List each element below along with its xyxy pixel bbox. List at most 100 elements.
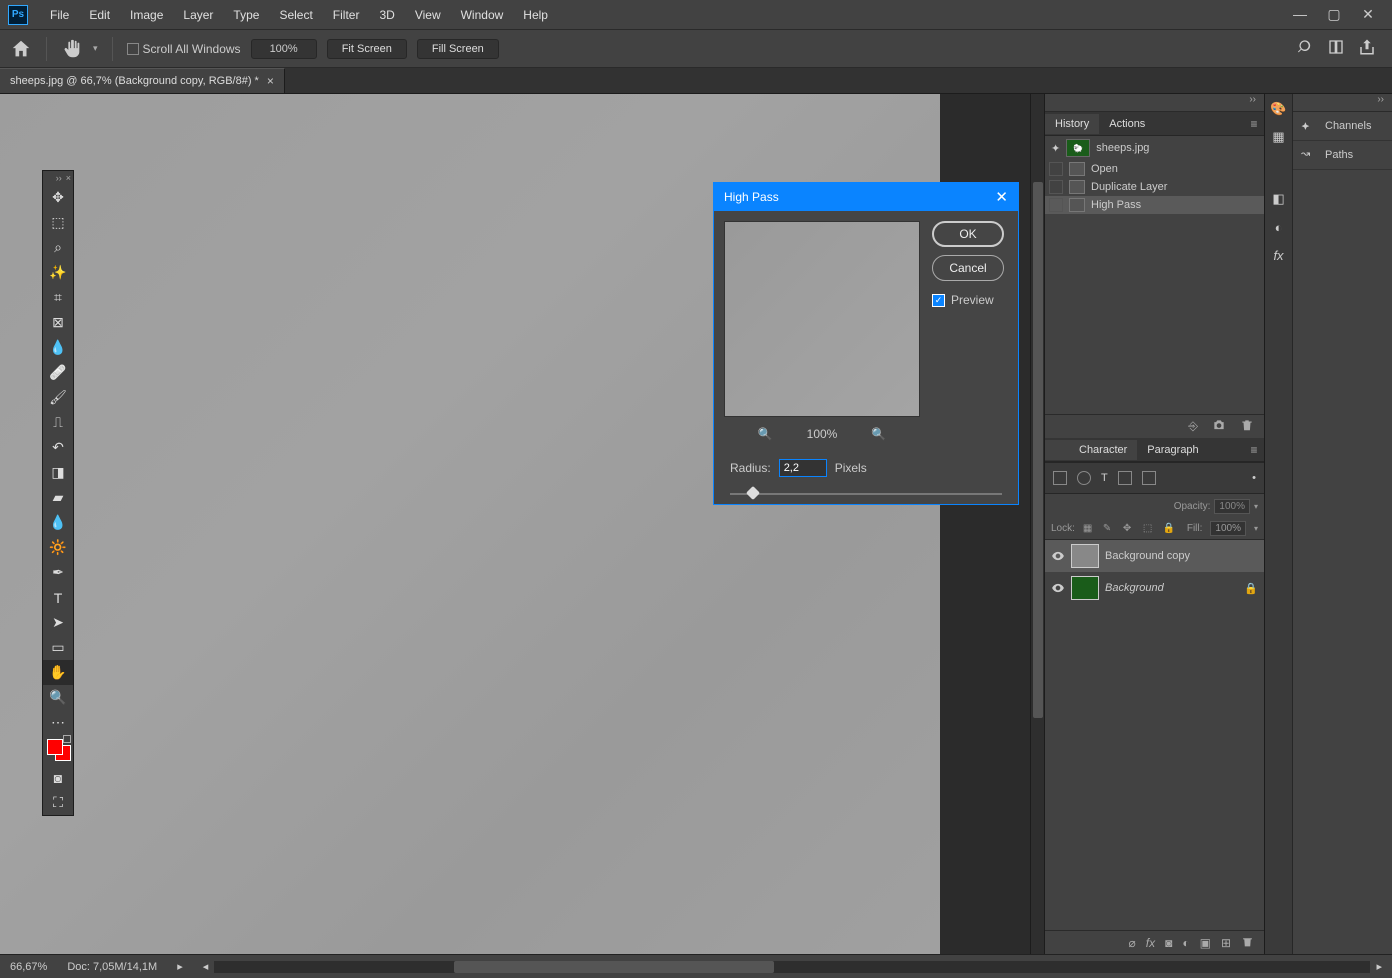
- eyedropper-tool[interactable]: 💧: [43, 335, 73, 360]
- status-doc-info[interactable]: Doc: 7,05M/14,1M: [67, 961, 157, 973]
- type-tool[interactable]: T: [43, 585, 73, 610]
- pen-tool[interactable]: ✒: [43, 560, 73, 585]
- preview-checkbox[interactable]: ✓: [932, 294, 945, 307]
- zoom-in-icon[interactable]: 🔍: [871, 427, 886, 441]
- lock-all-icon[interactable]: 🔒: [1163, 523, 1175, 535]
- share-icon[interactable]: [1358, 38, 1376, 59]
- frame-tool[interactable]: ⊠: [43, 310, 73, 335]
- magic-wand-tool[interactable]: ✨: [43, 260, 73, 285]
- horizontal-scrollbar[interactable]: ◂▸: [203, 960, 1382, 973]
- foreground-color[interactable]: [47, 739, 63, 755]
- chevron-right-icon[interactable]: ▸: [177, 960, 183, 973]
- lock-artboard-icon[interactable]: ⬚: [1143, 523, 1155, 535]
- fx-icon[interactable]: fx: [1270, 246, 1288, 264]
- menu-filter[interactable]: Filter: [323, 4, 370, 26]
- link-layers-icon[interactable]: ⌀: [1129, 936, 1136, 950]
- dialog-titlebar[interactable]: High Pass ✕: [714, 183, 1018, 211]
- dialog-preview-image[interactable]: [724, 221, 920, 417]
- swatches-icon[interactable]: ▦: [1270, 128, 1288, 146]
- menu-3d[interactable]: 3D: [369, 4, 404, 26]
- gradient-tool[interactable]: ▰: [43, 485, 73, 510]
- screen-mode-tool[interactable]: ⛶: [43, 790, 73, 815]
- opacity-value[interactable]: 100%: [1214, 499, 1250, 514]
- menu-file[interactable]: File: [40, 4, 79, 26]
- hand-tool-icon[interactable]: [61, 38, 83, 60]
- color-icon[interactable]: 🎨: [1270, 100, 1288, 118]
- styles-icon[interactable]: ◐: [1270, 218, 1288, 236]
- edit-toolbar-icon[interactable]: ⋯: [43, 710, 73, 735]
- adjustment-icon[interactable]: ◐: [1182, 936, 1189, 950]
- type-layer-icon[interactable]: T: [1101, 472, 1108, 484]
- vertical-scrollbar[interactable]: [1030, 94, 1044, 954]
- zoom-tool[interactable]: 🔍: [43, 685, 73, 710]
- tab-history[interactable]: History: [1045, 114, 1099, 134]
- swap-colors-icon[interactable]: [63, 735, 71, 743]
- paths-panel-button[interactable]: ↝ Paths: [1293, 141, 1392, 170]
- history-step[interactable]: Duplicate Layer: [1045, 178, 1264, 196]
- menu-help[interactable]: Help: [513, 4, 558, 26]
- tab-actions[interactable]: Actions: [1099, 114, 1155, 134]
- lasso-tool[interactable]: ⌕: [43, 235, 73, 260]
- chevron-down-icon[interactable]: ▾: [1254, 502, 1258, 511]
- window-close-icon[interactable]: ✕: [1360, 6, 1376, 23]
- menu-edit[interactable]: Edit: [79, 4, 120, 26]
- history-step[interactable]: Open: [1045, 160, 1264, 178]
- lock-position-icon[interactable]: ✥: [1123, 523, 1135, 535]
- marquee-tool[interactable]: ⬚: [43, 210, 73, 235]
- chevron-down-icon[interactable]: ▾: [1254, 524, 1258, 533]
- quick-mask-tool[interactable]: ◙: [43, 765, 73, 790]
- history-step[interactable]: High Pass: [1045, 196, 1264, 214]
- toolbox-close-icon[interactable]: ×: [66, 173, 71, 183]
- dodge-tool[interactable]: 🔆: [43, 535, 73, 560]
- radius-slider[interactable]: [730, 487, 1002, 501]
- menu-window[interactable]: Window: [451, 4, 514, 26]
- toolbox-expand-icon[interactable]: ››: [56, 173, 62, 183]
- fill-screen-button[interactable]: Fill Screen: [417, 39, 499, 59]
- path-selection-tool[interactable]: ➤: [43, 610, 73, 635]
- channels-panel-button[interactable]: 🟆 Channels: [1293, 112, 1392, 141]
- cancel-button[interactable]: Cancel: [932, 255, 1004, 281]
- lock-transparent-icon[interactable]: ▦: [1083, 523, 1095, 535]
- visibility-icon[interactable]: [1051, 581, 1065, 595]
- dialog-close-icon[interactable]: ✕: [995, 188, 1008, 206]
- tool-chevron-icon[interactable]: ▾: [93, 43, 98, 54]
- tab-character[interactable]: Character: [1045, 440, 1137, 460]
- fill-value[interactable]: 100%: [1210, 521, 1246, 536]
- new-snapshot-icon[interactable]: ⎆: [1188, 419, 1198, 434]
- clone-stamp-tool[interactable]: ⎍: [43, 410, 73, 435]
- blur-tool[interactable]: 💧: [43, 510, 73, 535]
- trash-icon[interactable]: [1240, 418, 1254, 435]
- crop-tool[interactable]: ⌗: [43, 285, 73, 310]
- home-icon[interactable]: [10, 38, 32, 60]
- search-icon[interactable]: [1298, 39, 1314, 58]
- camera-icon[interactable]: [1212, 418, 1226, 435]
- trash-icon[interactable]: [1241, 935, 1254, 951]
- ok-button[interactable]: OK: [932, 221, 1004, 247]
- window-minimize-icon[interactable]: —: [1292, 6, 1308, 23]
- history-source[interactable]: ✦ 🐑 sheeps.jpg: [1045, 136, 1264, 160]
- eraser-tool[interactable]: ◨: [43, 460, 73, 485]
- scroll-all-checkbox[interactable]: Scroll All Windows: [127, 42, 241, 56]
- visibility-icon[interactable]: [1051, 549, 1065, 563]
- menu-image[interactable]: Image: [120, 4, 173, 26]
- smart-object-icon[interactable]: [1142, 471, 1156, 485]
- color-swatches[interactable]: [43, 735, 73, 765]
- lock-image-icon[interactable]: ✎: [1103, 523, 1115, 535]
- adjustment-layer-icon[interactable]: [1077, 471, 1091, 485]
- zoom-out-icon[interactable]: 🔍: [758, 427, 773, 441]
- brush-tool[interactable]: 🖌: [43, 385, 73, 410]
- status-zoom[interactable]: 66,67%: [10, 961, 47, 973]
- layer-row[interactable]: Background copy: [1045, 540, 1264, 572]
- panel-menu-icon[interactable]: ≡: [1244, 117, 1264, 131]
- radius-input[interactable]: [779, 459, 827, 477]
- workspace-icon[interactable]: [1328, 39, 1344, 58]
- close-tab-icon[interactable]: ×: [267, 74, 274, 88]
- rectangle-tool[interactable]: ▭: [43, 635, 73, 660]
- zoom-level-field[interactable]: 100%: [251, 39, 317, 59]
- panel-menu-icon[interactable]: ≡: [1244, 443, 1264, 457]
- menu-select[interactable]: Select: [269, 4, 322, 26]
- shape-layer-icon[interactable]: [1118, 471, 1132, 485]
- move-tool[interactable]: ✥: [43, 185, 73, 210]
- menu-layer[interactable]: Layer: [173, 4, 223, 26]
- menu-view[interactable]: View: [405, 4, 451, 26]
